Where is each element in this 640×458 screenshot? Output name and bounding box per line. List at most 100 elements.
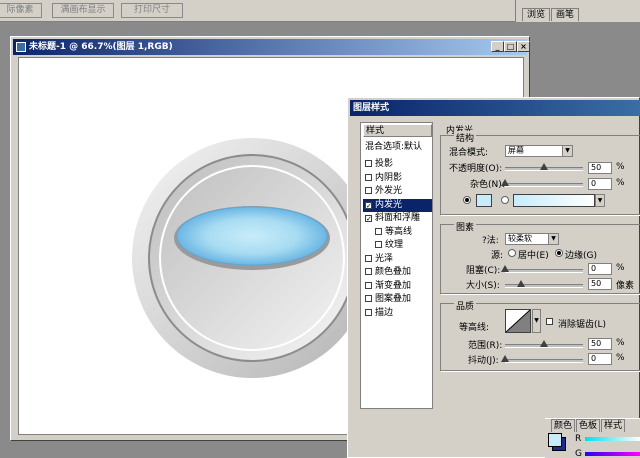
choke-input[interactable]: 0 (588, 263, 612, 275)
antialias-label[interactable]: 消除锯齿(L) (558, 317, 606, 330)
range-input[interactable]: 50 (588, 338, 612, 350)
style-item-checkbox[interactable]: ✓ (365, 201, 372, 209)
fit-on-screen-button[interactable]: 满画布显示 (52, 3, 114, 18)
blend-options-item[interactable]: 混合选项:默认 (363, 141, 432, 154)
style-item-checkbox[interactable] (375, 227, 382, 235)
close-button[interactable]: × (517, 41, 530, 52)
r-channel-label: R (575, 434, 582, 444)
noise-slider-thumb[interactable] (501, 179, 509, 186)
size-input[interactable]: 50 (588, 278, 612, 290)
maximize-button[interactable]: □ (504, 41, 517, 52)
style-item-checkbox[interactable] (365, 160, 372, 167)
document-title: 未标题-1 @ 66.7%(图层 1,RGB) (29, 42, 173, 52)
style-item[interactable]: 颜色叠加 (363, 266, 432, 279)
g-channel-slider[interactable] (585, 452, 640, 456)
style-item[interactable]: 内阴影 (363, 172, 432, 185)
style-item-checkbox[interactable] (365, 173, 372, 181)
source-center-radio[interactable] (508, 249, 516, 257)
style-item[interactable]: 图案叠加 (363, 293, 432, 306)
choke-label: 阻塞(C): (466, 266, 501, 276)
noise-slider[interactable] (501, 179, 583, 187)
opacity-slider-thumb[interactable] (540, 163, 548, 170)
jitter-input[interactable]: 0 (588, 353, 612, 365)
color-palette: 颜色 色板 样式 R G (545, 418, 640, 458)
style-item[interactable]: 投影 (363, 158, 432, 171)
opacity-label: 不透明度(O): (449, 164, 503, 174)
style-item[interactable]: 纹理 (363, 239, 432, 252)
style-item[interactable]: 描边 (363, 307, 432, 320)
chevron-down-icon: ▼ (562, 146, 572, 156)
source-center-label[interactable]: 居中(E) (518, 248, 549, 261)
tab-styles[interactable]: 样式 (601, 419, 625, 432)
document-title-bar[interactable]: 未标题-1 @ 66.7%(图层 1,RGB) (13, 39, 527, 55)
source-edge-label[interactable]: 边缘(G) (565, 248, 597, 261)
style-item-checkbox[interactable] (365, 295, 372, 302)
source-edge-radio[interactable] (555, 249, 563, 257)
style-item-label: 渐变叠加 (375, 280, 412, 291)
tab-swatches[interactable]: 色板 (576, 419, 600, 432)
style-item[interactable]: 光泽 (363, 253, 432, 266)
style-item[interactable]: ✓ 斜面和浮雕 (363, 212, 432, 225)
minimize-button[interactable]: _ (491, 41, 504, 52)
gradient-picker-chevron-icon[interactable]: ▼ (595, 194, 605, 207)
r-channel-slider[interactable] (585, 437, 640, 441)
style-item-label: 描边 (375, 307, 394, 318)
style-item-label: 内阴影 (375, 172, 403, 183)
style-item[interactable]: 外发光 (363, 185, 432, 198)
style-item-checkbox[interactable] (375, 241, 382, 248)
style-item-checkbox[interactable] (365, 187, 372, 194)
contour-chevron-icon[interactable]: ▼ (532, 309, 541, 333)
jitter-unit: % (616, 353, 625, 363)
photoshop-doc-icon (16, 42, 26, 52)
choke-slider-thumb[interactable] (501, 265, 509, 272)
style-item-checkbox[interactable] (365, 281, 372, 289)
structure-title: 结构 (454, 131, 477, 144)
range-slider[interactable] (505, 340, 583, 348)
contour-preview[interactable] (505, 309, 531, 333)
style-item-checkbox[interactable]: ✓ (365, 215, 372, 223)
style-item[interactable]: ✓ 内发光 (363, 198, 432, 212)
opacity-unit: % (616, 162, 625, 172)
foreground-color-swatch[interactable] (548, 433, 562, 447)
solid-color-radio[interactable] (463, 196, 471, 204)
style-item[interactable]: 渐变叠加 (363, 280, 432, 293)
quality-title: 品质 (454, 299, 477, 312)
style-item-label: 斜面和浮雕 (375, 213, 421, 223)
dialog-title-bar[interactable]: 图层样式 (350, 100, 640, 116)
blue-inner-glow-ellipse (176, 206, 328, 266)
tab-brushes[interactable]: 画笔 (551, 8, 579, 21)
style-item-label: 纹理 (385, 240, 404, 250)
palette-well: 浏览 画笔 (515, 0, 640, 22)
style-item[interactable]: 等高线 (363, 226, 432, 239)
tab-color[interactable]: 颜色 (551, 419, 575, 432)
size-label: 大小(S): (466, 281, 500, 291)
style-item-checkbox[interactable] (365, 268, 372, 275)
opacity-slider[interactable] (505, 163, 583, 171)
style-item-checkbox[interactable] (365, 308, 372, 316)
opacity-input[interactable]: 50 (588, 162, 612, 174)
noise-input[interactable]: 0 (588, 178, 612, 190)
size-slider[interactable] (505, 280, 583, 288)
blend-mode-select[interactable]: 屏幕 ▼ (505, 145, 573, 157)
range-slider-thumb[interactable] (540, 340, 548, 347)
style-item-label: 图案叠加 (375, 294, 412, 304)
jitter-slider-thumb[interactable] (501, 355, 509, 362)
styles-header[interactable]: 样式 (363, 124, 432, 137)
choke-slider[interactable] (501, 265, 583, 273)
technique-select[interactable]: 较柔软 ▼ (505, 233, 559, 245)
technique-label: ?法: (482, 236, 499, 246)
antialias-checkbox[interactable] (546, 318, 553, 325)
actual-pixels-button[interactable]: 际像素 (0, 3, 42, 18)
style-item-label: 外发光 (375, 186, 403, 196)
size-unit: 像素 (616, 281, 635, 291)
gradient-swatch[interactable] (513, 194, 595, 207)
jitter-slider[interactable] (501, 355, 583, 363)
size-slider-thumb[interactable] (516, 280, 525, 287)
print-size-button[interactable]: 打印尺寸 (121, 3, 183, 18)
source-label: 源: (491, 251, 504, 261)
glow-color-swatch[interactable] (476, 194, 492, 207)
tab-navigator[interactable]: 浏览 (522, 8, 550, 21)
gradient-radio[interactable] (501, 196, 509, 204)
style-item-checkbox[interactable] (365, 254, 372, 262)
blend-mode-label: 混合模式: (449, 148, 489, 158)
